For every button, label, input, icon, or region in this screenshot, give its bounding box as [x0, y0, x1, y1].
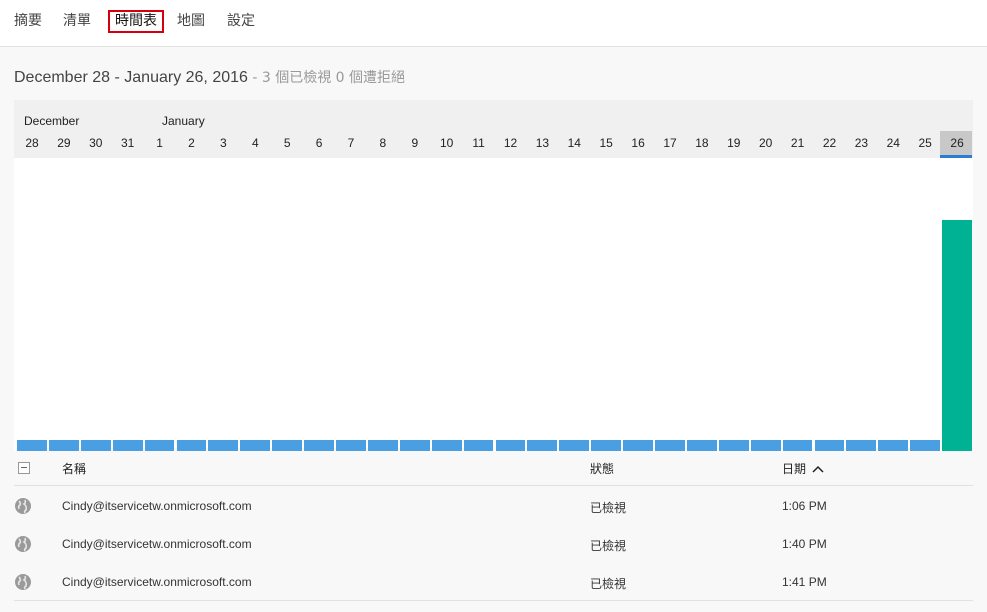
timeline-bar-empty[interactable] — [431, 440, 462, 451]
timeline-bar-empty[interactable] — [367, 440, 398, 451]
row-status: 已檢視 — [590, 539, 627, 553]
day-label[interactable]: 31 — [112, 136, 144, 150]
day-label[interactable]: 10 — [431, 136, 463, 150]
top-nav: 摘要 清單 時間表 地圖 設定 — [0, 0, 987, 47]
timeline-bar-empty[interactable] — [80, 440, 111, 451]
row-time: 1:41 PM — [782, 575, 827, 589]
timeline-bar-empty[interactable] — [208, 440, 239, 451]
column-header-name[interactable]: 名稱 — [62, 460, 86, 477]
column-header-status[interactable]: 狀態 — [590, 460, 614, 477]
day-label[interactable]: 9 — [399, 136, 431, 150]
table-bottom-divider — [14, 600, 973, 601]
timeline-bar-empty[interactable] — [495, 440, 526, 451]
day-label[interactable]: 13 — [526, 136, 558, 150]
day-label[interactable]: 19 — [718, 136, 750, 150]
day-label[interactable]: 5 — [271, 136, 303, 150]
timeline-bar-empty[interactable] — [718, 440, 749, 451]
day-label[interactable]: 6 — [303, 136, 335, 150]
date-range: December 28 - January 26, 2016 — [14, 69, 248, 86]
timeline-bar-empty[interactable] — [463, 440, 494, 451]
day-label[interactable]: 15 — [590, 136, 622, 150]
row-name: Cindy@itservicetw.onmicrosoft.com — [62, 537, 252, 551]
timeline-header: December January 28 29 30 31 1 2 3 4 5 6 7 8 9 10 11 12… — [14, 100, 973, 158]
timeline-bar-empty[interactable] — [814, 440, 845, 451]
day-label[interactable]: 23 — [845, 136, 877, 150]
row-status: 已檢視 — [590, 577, 627, 591]
day-label[interactable]: 16 — [622, 136, 654, 150]
timeline-bar-empty[interactable] — [878, 440, 909, 451]
globe-icon — [15, 574, 31, 590]
tab-summary[interactable]: 摘要 — [9, 10, 47, 33]
row-name: Cindy@itservicetw.onmicrosoft.com — [62, 575, 252, 589]
timeline-bar-empty[interactable] — [559, 440, 590, 451]
sort-ascending-icon[interactable] — [812, 463, 824, 476]
row-status: 已檢視 — [590, 501, 627, 515]
table-row[interactable]: Cindy@itservicetw.onmicrosoft.com 已檢視 1:… — [14, 562, 973, 600]
day-label[interactable]: 18 — [686, 136, 718, 150]
column-header-date-label: 日期 — [782, 462, 807, 476]
month-label: January — [162, 114, 205, 128]
day-label[interactable]: 8 — [367, 136, 399, 150]
timeline-bar-empty[interactable] — [272, 440, 303, 451]
table-row[interactable]: Cindy@itservicetw.onmicrosoft.com 已檢視 1:… — [14, 486, 973, 524]
day-label[interactable]: 30 — [80, 136, 112, 150]
day-label[interactable]: 25 — [909, 136, 941, 150]
timeline-bar-empty[interactable] — [336, 440, 366, 451]
tab-map[interactable]: 地圖 — [172, 10, 210, 33]
timeline-bar-empty[interactable] — [240, 440, 271, 451]
day-label[interactable]: 28 — [16, 136, 48, 150]
row-time: 1:06 PM — [782, 499, 827, 513]
timeline-bar-empty[interactable] — [591, 440, 622, 451]
day-label[interactable]: 1 — [144, 136, 176, 150]
timeline-bar-empty[interactable] — [846, 440, 877, 451]
timeline-bar-empty[interactable] — [686, 440, 717, 451]
timeline-bar-empty[interactable] — [176, 440, 207, 451]
tab-timeline[interactable]: 時間表 — [108, 10, 164, 33]
globe-icon — [15, 498, 31, 514]
month-label: December — [24, 114, 80, 128]
timeline-bar-empty[interactable] — [399, 440, 430, 451]
timeline-bar-viewed[interactable] — [942, 220, 972, 451]
timeline-bar-empty[interactable] — [623, 440, 653, 451]
day-label[interactable]: 2 — [176, 136, 208, 150]
timeline-bar-empty[interactable] — [48, 440, 79, 451]
day-label[interactable]: 26 — [941, 136, 973, 150]
timeline-bar-empty[interactable] — [655, 440, 685, 451]
table-row[interactable]: Cindy@itservicetw.onmicrosoft.com 已檢視 1:… — [14, 524, 973, 562]
timeline-bar-empty[interactable] — [304, 440, 334, 451]
day-label[interactable]: 12 — [495, 136, 527, 150]
view-summary: - 3 個已檢視 0 個遭拒絕 — [247, 70, 406, 86]
timeline-bar-empty[interactable] — [910, 440, 941, 451]
day-label[interactable]: 29 — [48, 136, 80, 150]
table-header: 名稱 狀態 日期 — [14, 452, 973, 486]
column-header-date[interactable]: 日期 — [782, 460, 824, 477]
day-label[interactable]: 17 — [654, 136, 686, 150]
timeline-bar-empty[interactable] — [144, 440, 175, 451]
day-label[interactable]: 14 — [558, 136, 590, 150]
row-name: Cindy@itservicetw.onmicrosoft.com — [62, 499, 252, 513]
day-label[interactable]: 4 — [239, 136, 271, 150]
timeline-bar-empty[interactable] — [17, 440, 47, 451]
timeline-bar-empty[interactable] — [750, 440, 781, 451]
timeline-bar-empty[interactable] — [112, 440, 143, 451]
tab-settings[interactable]: 設定 — [222, 10, 260, 33]
day-label[interactable]: 11 — [463, 136, 495, 150]
row-time: 1:40 PM — [782, 537, 827, 551]
day-label[interactable]: 22 — [814, 136, 846, 150]
timeline-chart — [14, 158, 973, 451]
collapse-all-icon[interactable] — [18, 462, 30, 474]
day-label[interactable]: 3 — [207, 136, 239, 150]
date-range-heading: December 28 - January 26, 2016 - 3 個已檢視 … — [14, 67, 405, 87]
day-label[interactable]: 7 — [335, 136, 367, 150]
day-label[interactable]: 20 — [750, 136, 782, 150]
globe-icon — [15, 536, 31, 552]
day-label[interactable]: 24 — [877, 136, 909, 150]
day-label[interactable]: 21 — [782, 136, 814, 150]
timeline-bar-empty[interactable] — [527, 440, 558, 451]
tab-list[interactable]: 清單 — [58, 10, 96, 33]
timeline-bar-empty[interactable] — [782, 440, 813, 451]
